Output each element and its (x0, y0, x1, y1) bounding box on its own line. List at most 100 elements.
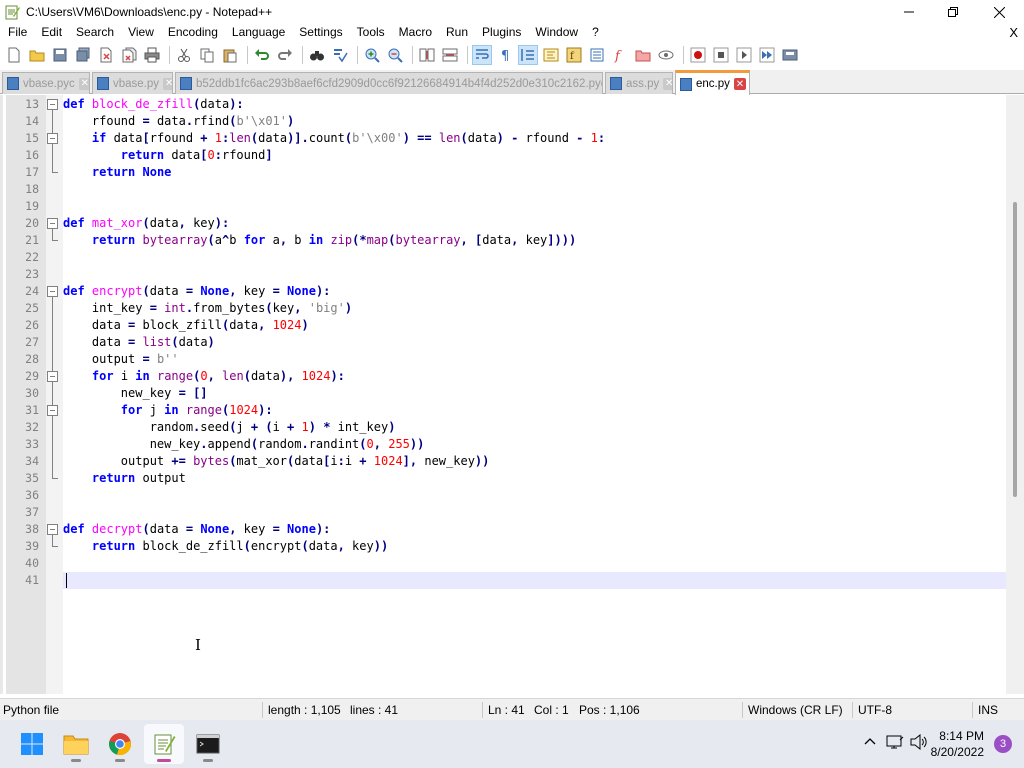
code-line[interactable] (63, 572, 1011, 589)
redo-button[interactable] (275, 45, 295, 65)
taskbar-notepadpp[interactable] (144, 724, 184, 764)
code-line[interactable]: for i in range(0, len(data), 1024): (63, 368, 1011, 385)
function-button[interactable]: f (610, 45, 630, 65)
code-editor[interactable]: 13 14 15 16 17 18 19 20 21 22 23 24 25 26 27 28 29 30 31 32… (0, 95, 1024, 694)
code-line[interactable]: def encrypt(data = None, key = None): (63, 283, 1011, 300)
undo-button[interactable] (252, 45, 272, 65)
notification-badge[interactable]: 3 (994, 735, 1012, 753)
replace-button[interactable] (330, 45, 350, 65)
start-button[interactable] (12, 724, 52, 764)
close-all-button[interactable] (119, 45, 139, 65)
menu-tools[interactable]: Tools (350, 23, 392, 42)
fold-toggle-icon[interactable] (47, 218, 58, 229)
play-macro-button[interactable] (734, 45, 754, 65)
tab-ass-py[interactable]: ass.py ✕ (605, 72, 673, 94)
fold-margin[interactable] (46, 95, 63, 694)
menu-search[interactable]: Search (69, 23, 121, 42)
tab-close-icon[interactable]: ✕ (663, 77, 672, 90)
menu-encoding[interactable]: Encoding (161, 23, 225, 42)
code-line[interactable]: new_key = [] (63, 385, 1011, 402)
fold-toggle-icon[interactable] (47, 99, 58, 110)
status-eol[interactable]: Windows (CR LF) (748, 703, 843, 717)
menu-help[interactable]: ? (585, 23, 606, 42)
stop-macro-button[interactable] (711, 45, 731, 65)
menu-file[interactable]: File (0, 23, 34, 42)
taskbar-chrome[interactable] (100, 724, 140, 764)
code-line[interactable]: return output (63, 470, 1011, 487)
status-insert-mode[interactable]: INS (978, 703, 998, 717)
taskbar-file-explorer[interactable] (56, 724, 96, 764)
sync-vertical-button[interactable] (417, 45, 437, 65)
code-line[interactable]: output += bytes(mat_xor(data[i:i + 1024]… (63, 453, 1011, 470)
code-line[interactable]: if data[rfound + 1:len(data)].count(b'\x… (63, 130, 1011, 147)
fold-toggle-icon[interactable] (47, 524, 58, 535)
tab-close-icon[interactable]: ✕ (78, 77, 89, 90)
fold-toggle-icon[interactable] (47, 286, 58, 297)
menu-run[interactable]: Run (439, 23, 475, 42)
code-line[interactable]: int_key = int.from_bytes(key, 'big') (63, 300, 1011, 317)
menu-language[interactable]: Language (225, 23, 292, 42)
menu-view[interactable]: View (121, 23, 161, 42)
record-macro-button[interactable] (688, 45, 708, 65)
code-line[interactable] (63, 266, 1011, 283)
menu-macro[interactable]: Macro (392, 23, 439, 42)
code-line[interactable]: return block_de_zfill(encrypt(data, key)… (63, 538, 1011, 555)
tab-close-icon[interactable]: ✕ (733, 78, 746, 90)
code-line[interactable]: def block_de_zfill(data): (63, 96, 1011, 113)
tab-vbase-py[interactable]: vbase.py ✕ (92, 72, 173, 94)
scrollbar-thumb[interactable] (1013, 202, 1017, 497)
folder-workspace-button[interactable] (633, 45, 653, 65)
menu-window[interactable]: Window (528, 23, 585, 42)
doc-list-button[interactable] (587, 45, 607, 65)
copy-button[interactable] (197, 45, 217, 65)
code-line[interactable]: data = list(data) (63, 334, 1011, 351)
word-wrap-button[interactable] (472, 45, 492, 65)
show-all-chars-button[interactable]: ¶ (495, 45, 515, 65)
paste-button[interactable] (220, 45, 240, 65)
code-line[interactable]: random.seed(j + (i + 1) * int_key) (63, 419, 1011, 436)
code-line[interactable]: data = block_zfill(data, 1024) (63, 317, 1011, 334)
code-line[interactable]: for j in range(1024): (63, 402, 1011, 419)
code-line[interactable]: rfound = data.rfind(b'\x01') (63, 113, 1011, 130)
clock[interactable]: 8:14 PM 8/20/2022 (931, 728, 984, 760)
code-line[interactable]: new_key.append(random.randint(0, 255)) (63, 436, 1011, 453)
maximize-button[interactable] (930, 0, 976, 24)
function-list-button[interactable]: f (564, 45, 584, 65)
zoom-in-button[interactable] (362, 45, 382, 65)
open-file-button[interactable] (27, 45, 47, 65)
code-line[interactable]: return bytearray(a^b for a, b in zip(*ma… (63, 232, 1011, 249)
code-line[interactable] (63, 198, 1011, 215)
network-button[interactable] (886, 734, 904, 753)
run-macro-multiple-button[interactable] (757, 45, 777, 65)
tab-hash-pyc[interactable]: b52ddb1fc6ac293b8aef6cfd2909d0cc6f921266… (175, 72, 603, 94)
show-hidden-icons-button[interactable] (864, 736, 876, 751)
menu-settings[interactable]: Settings (292, 23, 349, 42)
menu-edit[interactable]: Edit (34, 23, 69, 42)
taskbar-terminal[interactable] (188, 724, 228, 764)
code-line[interactable]: def mat_xor(data, key): (63, 215, 1011, 232)
close-window-button[interactable] (976, 0, 1022, 24)
doc-map-button[interactable] (541, 45, 561, 65)
tab-enc-py[interactable]: enc.py ✕ (675, 70, 750, 95)
code-line[interactable] (63, 504, 1011, 521)
code-line[interactable]: return None (63, 164, 1011, 181)
code-line[interactable] (63, 487, 1011, 504)
new-file-button[interactable] (4, 45, 24, 65)
tab-close-icon[interactable]: ✕ (163, 77, 172, 90)
menu-plugins[interactable]: Plugins (475, 23, 528, 42)
status-encoding[interactable]: UTF-8 (858, 703, 892, 717)
indent-guide-button[interactable] (518, 45, 538, 65)
fold-toggle-icon[interactable] (47, 133, 58, 144)
code-line[interactable] (63, 249, 1011, 266)
volume-button[interactable] (910, 733, 928, 753)
code-line[interactable]: return data[0:rfound] (63, 147, 1011, 164)
code-line[interactable] (63, 555, 1011, 572)
save-all-button[interactable] (73, 45, 93, 65)
code-line[interactable] (63, 181, 1011, 198)
vertical-scrollbar[interactable] (1006, 95, 1024, 694)
zoom-out-button[interactable] (385, 45, 405, 65)
code-line[interactable]: def decrypt(data = None, key = None): (63, 521, 1011, 538)
minimize-button[interactable] (886, 0, 932, 24)
print-button[interactable] (142, 45, 162, 65)
code-line[interactable]: output = b'' (63, 351, 1011, 368)
